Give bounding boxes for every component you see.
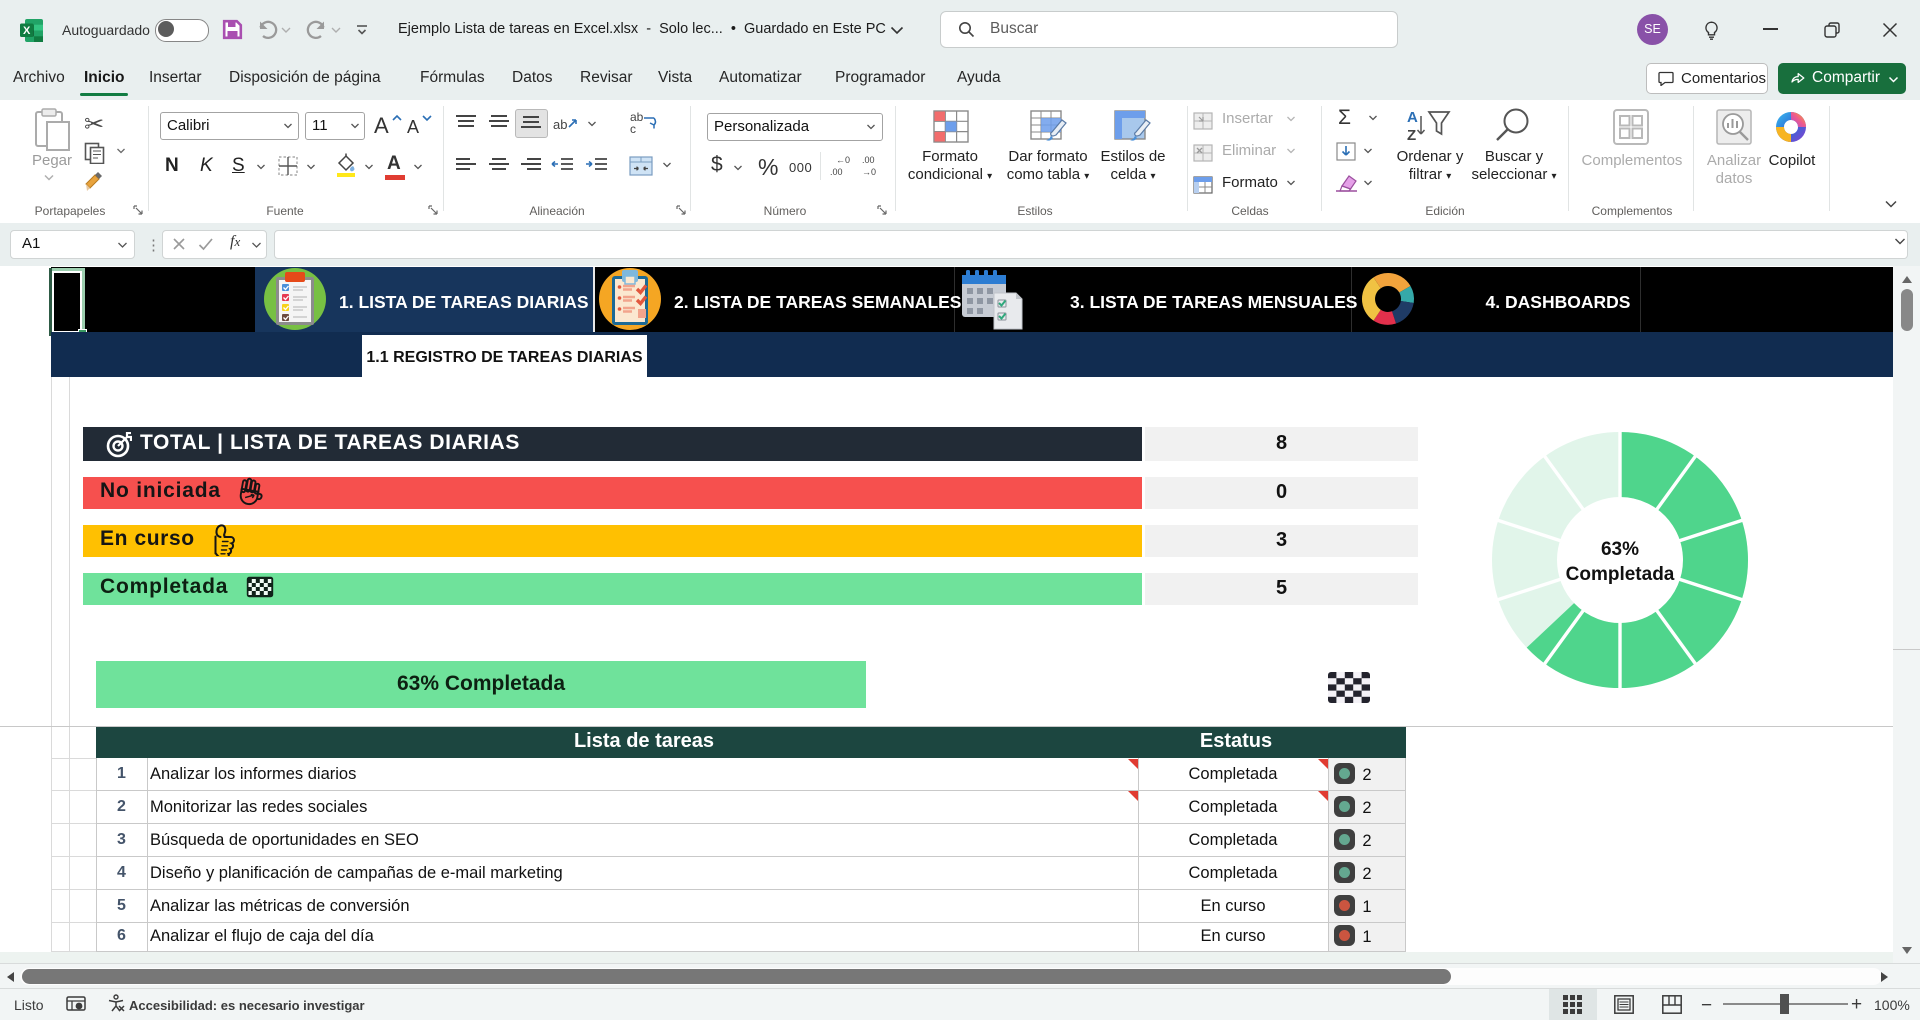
svg-text:.00: .00 [862, 155, 875, 165]
svg-text:X: X [23, 25, 31, 37]
svg-text:←0: ←0 [836, 155, 850, 165]
svg-text:c: c [630, 122, 636, 134]
svg-text:ab: ab [553, 117, 567, 132]
svg-text:Z: Z [1407, 127, 1416, 144]
svg-text:→0: →0 [862, 167, 876, 177]
svg-text:.00: .00 [830, 167, 843, 177]
svg-text:A: A [1407, 109, 1418, 126]
